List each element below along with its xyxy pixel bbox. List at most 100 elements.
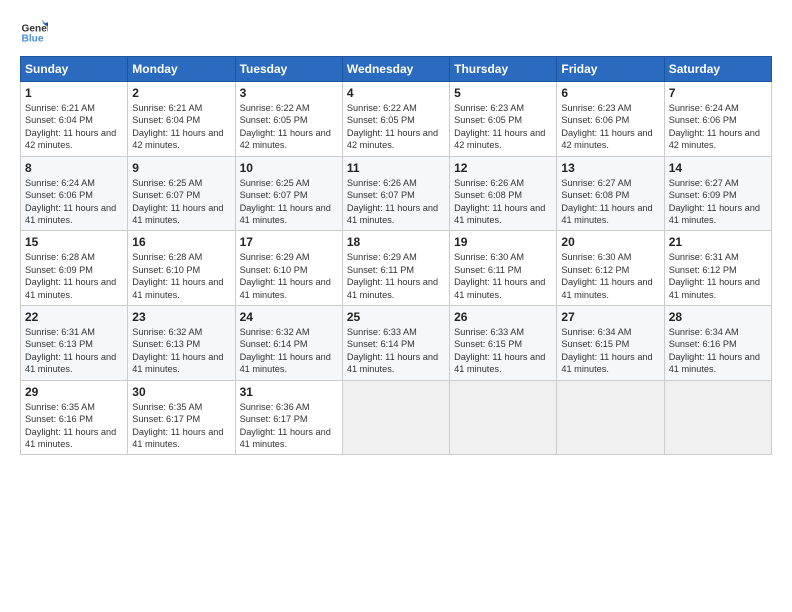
day-info: Sunrise: 6:30 AMSunset: 6:12 PMDaylight:… <box>561 251 659 301</box>
calendar-cell: 11 Sunrise: 6:26 AMSunset: 6:07 PMDaylig… <box>342 156 449 231</box>
day-info: Sunrise: 6:26 AMSunset: 6:08 PMDaylight:… <box>454 177 552 227</box>
calendar-cell: 8 Sunrise: 6:24 AMSunset: 6:06 PMDayligh… <box>21 156 128 231</box>
calendar-cell <box>450 380 557 455</box>
day-number: 4 <box>347 86 445 100</box>
day-info: Sunrise: 6:32 AMSunset: 6:14 PMDaylight:… <box>240 326 338 376</box>
day-number: 2 <box>132 86 230 100</box>
calendar-cell: 1 Sunrise: 6:21 AMSunset: 6:04 PMDayligh… <box>21 82 128 157</box>
day-number: 12 <box>454 161 552 175</box>
day-info: Sunrise: 6:24 AMSunset: 6:06 PMDaylight:… <box>25 177 123 227</box>
day-number: 18 <box>347 235 445 249</box>
calendar-cell: 19 Sunrise: 6:30 AMSunset: 6:11 PMDaylig… <box>450 231 557 306</box>
calendar-cell: 24 Sunrise: 6:32 AMSunset: 6:14 PMDaylig… <box>235 306 342 381</box>
calendar-week-1: 1 Sunrise: 6:21 AMSunset: 6:04 PMDayligh… <box>21 82 772 157</box>
calendar-table: SundayMondayTuesdayWednesdayThursdayFrid… <box>20 56 772 455</box>
day-number: 17 <box>240 235 338 249</box>
calendar-cell: 18 Sunrise: 6:29 AMSunset: 6:11 PMDaylig… <box>342 231 449 306</box>
day-info: Sunrise: 6:33 AMSunset: 6:15 PMDaylight:… <box>454 326 552 376</box>
day-number: 26 <box>454 310 552 324</box>
day-info: Sunrise: 6:27 AMSunset: 6:09 PMDaylight:… <box>669 177 767 227</box>
calendar-cell: 4 Sunrise: 6:22 AMSunset: 6:05 PMDayligh… <box>342 82 449 157</box>
day-number: 30 <box>132 385 230 399</box>
day-info: Sunrise: 6:35 AMSunset: 6:17 PMDaylight:… <box>132 401 230 451</box>
day-number: 9 <box>132 161 230 175</box>
day-number: 7 <box>669 86 767 100</box>
day-number: 10 <box>240 161 338 175</box>
day-header-friday: Friday <box>557 57 664 82</box>
calendar-cell: 14 Sunrise: 6:27 AMSunset: 6:09 PMDaylig… <box>664 156 771 231</box>
calendar-cell: 25 Sunrise: 6:33 AMSunset: 6:14 PMDaylig… <box>342 306 449 381</box>
calendar-week-2: 8 Sunrise: 6:24 AMSunset: 6:06 PMDayligh… <box>21 156 772 231</box>
calendar-cell: 6 Sunrise: 6:23 AMSunset: 6:06 PMDayligh… <box>557 82 664 157</box>
day-info: Sunrise: 6:26 AMSunset: 6:07 PMDaylight:… <box>347 177 445 227</box>
calendar-cell <box>342 380 449 455</box>
day-info: Sunrise: 6:23 AMSunset: 6:06 PMDaylight:… <box>561 102 659 152</box>
calendar-cell: 9 Sunrise: 6:25 AMSunset: 6:07 PMDayligh… <box>128 156 235 231</box>
day-info: Sunrise: 6:27 AMSunset: 6:08 PMDaylight:… <box>561 177 659 227</box>
day-number: 1 <box>25 86 123 100</box>
day-number: 11 <box>347 161 445 175</box>
day-info: Sunrise: 6:35 AMSunset: 6:16 PMDaylight:… <box>25 401 123 451</box>
calendar-cell: 23 Sunrise: 6:32 AMSunset: 6:13 PMDaylig… <box>128 306 235 381</box>
day-number: 14 <box>669 161 767 175</box>
day-info: Sunrise: 6:21 AMSunset: 6:04 PMDaylight:… <box>25 102 123 152</box>
calendar-cell: 31 Sunrise: 6:36 AMSunset: 6:17 PMDaylig… <box>235 380 342 455</box>
day-info: Sunrise: 6:36 AMSunset: 6:17 PMDaylight:… <box>240 401 338 451</box>
day-info: Sunrise: 6:23 AMSunset: 6:05 PMDaylight:… <box>454 102 552 152</box>
day-info: Sunrise: 6:32 AMSunset: 6:13 PMDaylight:… <box>132 326 230 376</box>
day-header-monday: Monday <box>128 57 235 82</box>
day-number: 13 <box>561 161 659 175</box>
calendar-cell: 26 Sunrise: 6:33 AMSunset: 6:15 PMDaylig… <box>450 306 557 381</box>
day-info: Sunrise: 6:22 AMSunset: 6:05 PMDaylight:… <box>240 102 338 152</box>
day-number: 24 <box>240 310 338 324</box>
day-info: Sunrise: 6:34 AMSunset: 6:16 PMDaylight:… <box>669 326 767 376</box>
header: General Blue <box>20 16 772 44</box>
day-info: Sunrise: 6:21 AMSunset: 6:04 PMDaylight:… <box>132 102 230 152</box>
day-header-wednesday: Wednesday <box>342 57 449 82</box>
day-number: 23 <box>132 310 230 324</box>
day-number: 15 <box>25 235 123 249</box>
calendar-cell: 13 Sunrise: 6:27 AMSunset: 6:08 PMDaylig… <box>557 156 664 231</box>
calendar-cell: 20 Sunrise: 6:30 AMSunset: 6:12 PMDaylig… <box>557 231 664 306</box>
calendar-cell: 16 Sunrise: 6:28 AMSunset: 6:10 PMDaylig… <box>128 231 235 306</box>
day-info: Sunrise: 6:25 AMSunset: 6:07 PMDaylight:… <box>132 177 230 227</box>
calendar-week-3: 15 Sunrise: 6:28 AMSunset: 6:09 PMDaylig… <box>21 231 772 306</box>
calendar-cell: 17 Sunrise: 6:29 AMSunset: 6:10 PMDaylig… <box>235 231 342 306</box>
day-info: Sunrise: 6:31 AMSunset: 6:13 PMDaylight:… <box>25 326 123 376</box>
day-info: Sunrise: 6:22 AMSunset: 6:05 PMDaylight:… <box>347 102 445 152</box>
calendar-cell: 2 Sunrise: 6:21 AMSunset: 6:04 PMDayligh… <box>128 82 235 157</box>
day-number: 22 <box>25 310 123 324</box>
day-number: 5 <box>454 86 552 100</box>
day-header-tuesday: Tuesday <box>235 57 342 82</box>
logo-icon: General Blue <box>20 16 48 44</box>
day-header-thursday: Thursday <box>450 57 557 82</box>
calendar-cell: 21 Sunrise: 6:31 AMSunset: 6:12 PMDaylig… <box>664 231 771 306</box>
day-number: 16 <box>132 235 230 249</box>
calendar-cell: 22 Sunrise: 6:31 AMSunset: 6:13 PMDaylig… <box>21 306 128 381</box>
day-info: Sunrise: 6:29 AMSunset: 6:10 PMDaylight:… <box>240 251 338 301</box>
svg-text:Blue: Blue <box>22 34 44 44</box>
day-number: 31 <box>240 385 338 399</box>
logo: General Blue <box>20 16 52 44</box>
day-header-sunday: Sunday <box>21 57 128 82</box>
day-info: Sunrise: 6:25 AMSunset: 6:07 PMDaylight:… <box>240 177 338 227</box>
calendar-cell: 12 Sunrise: 6:26 AMSunset: 6:08 PMDaylig… <box>450 156 557 231</box>
calendar-header-row: SundayMondayTuesdayWednesdayThursdayFrid… <box>21 57 772 82</box>
day-number: 28 <box>669 310 767 324</box>
day-number: 19 <box>454 235 552 249</box>
day-number: 6 <box>561 86 659 100</box>
day-number: 8 <box>25 161 123 175</box>
calendar-cell: 10 Sunrise: 6:25 AMSunset: 6:07 PMDaylig… <box>235 156 342 231</box>
calendar-cell: 27 Sunrise: 6:34 AMSunset: 6:15 PMDaylig… <box>557 306 664 381</box>
calendar-cell: 30 Sunrise: 6:35 AMSunset: 6:17 PMDaylig… <box>128 380 235 455</box>
calendar-cell <box>557 380 664 455</box>
day-number: 29 <box>25 385 123 399</box>
calendar-week-5: 29 Sunrise: 6:35 AMSunset: 6:16 PMDaylig… <box>21 380 772 455</box>
calendar-cell: 7 Sunrise: 6:24 AMSunset: 6:06 PMDayligh… <box>664 82 771 157</box>
day-number: 20 <box>561 235 659 249</box>
day-info: Sunrise: 6:30 AMSunset: 6:11 PMDaylight:… <box>454 251 552 301</box>
day-info: Sunrise: 6:33 AMSunset: 6:14 PMDaylight:… <box>347 326 445 376</box>
day-info: Sunrise: 6:24 AMSunset: 6:06 PMDaylight:… <box>669 102 767 152</box>
day-info: Sunrise: 6:34 AMSunset: 6:15 PMDaylight:… <box>561 326 659 376</box>
calendar-cell: 28 Sunrise: 6:34 AMSunset: 6:16 PMDaylig… <box>664 306 771 381</box>
